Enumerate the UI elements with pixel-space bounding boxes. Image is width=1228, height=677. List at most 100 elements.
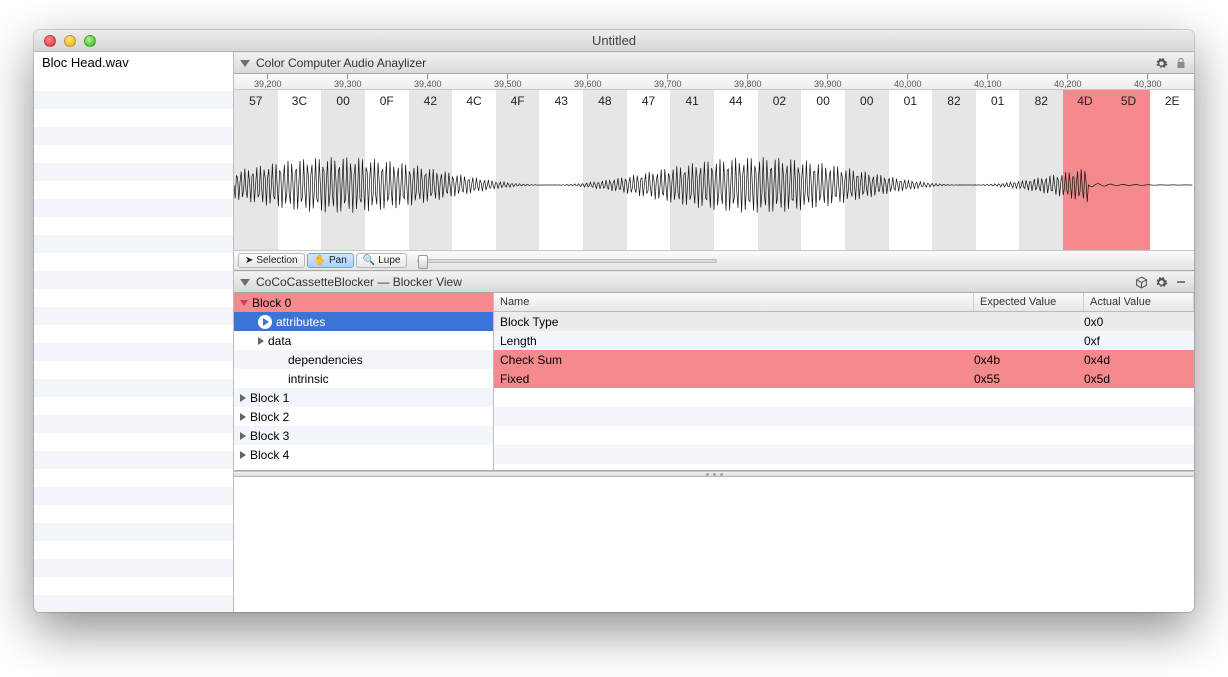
gear-icon[interactable]	[1154, 56, 1168, 70]
hex-cell[interactable]: 42	[409, 90, 453, 250]
tree-row[interactable]: attributes	[234, 312, 493, 331]
grid-row[interactable]: Length 0xf	[494, 331, 1194, 350]
tree-label: data	[268, 334, 291, 348]
gear-icon[interactable]	[1154, 275, 1168, 289]
lupe-tool-button[interactable]: 🔍 Lupe	[356, 253, 408, 268]
sidebar: Bloc Head.wav	[34, 52, 234, 612]
ruler-tick: 40,100	[974, 74, 1002, 90]
sidebar-item-file[interactable]: Bloc Head.wav	[34, 52, 233, 73]
hex-cell[interactable]: 82	[1019, 90, 1063, 250]
window-title: Untitled	[34, 33, 1194, 48]
blocker-panel: Block 0 attributes data dependencies intrins…	[234, 293, 1194, 471]
minimize-panel-icon[interactable]	[1174, 275, 1188, 289]
chevron-right-icon	[240, 432, 246, 440]
block-tree[interactable]: Block 0 attributes data dependencies intrins…	[234, 293, 494, 470]
cell-actual: 0x4d	[1078, 353, 1188, 367]
tree-label: Block 2	[250, 410, 289, 424]
hex-cell[interactable]: 47	[627, 90, 671, 250]
cell-actual: 0x5d	[1078, 372, 1188, 386]
hex-cell[interactable]: 5D	[1107, 90, 1151, 250]
hex-cell[interactable]: 44	[714, 90, 758, 250]
ruler-tick: 39,900	[814, 74, 842, 90]
chevron-right-icon	[240, 394, 246, 402]
cell-name: Length	[494, 334, 968, 348]
hex-cell[interactable]: 48	[583, 90, 627, 250]
tree-row[interactable]: Block 2	[234, 407, 493, 426]
hex-cell[interactable]: 41	[670, 90, 714, 250]
hex-cell[interactable]: 02	[758, 90, 802, 250]
hex-cell[interactable]: 3C	[278, 90, 322, 250]
column-expected[interactable]: Expected Value	[974, 293, 1084, 311]
tree-row[interactable]: dependencies	[234, 350, 493, 369]
analyzer-title: Color Computer Audio Anaylizer	[256, 56, 426, 70]
tree-row[interactable]: intrinsic	[234, 369, 493, 388]
hex-cell[interactable]: 43	[539, 90, 583, 250]
hex-cell[interactable]: 4C	[452, 90, 496, 250]
hex-cell[interactable]: 01	[889, 90, 933, 250]
cursor-icon: ➤	[245, 255, 253, 266]
tree-label: Block 4	[250, 448, 289, 462]
cell-expected: 0x55	[968, 372, 1078, 386]
sidebar-empty	[34, 73, 233, 612]
cell-actual: 0xf	[1078, 334, 1188, 348]
hex-cell[interactable]: 00	[321, 90, 365, 250]
hex-cell[interactable]: 00	[801, 90, 845, 250]
analyzer-header: Color Computer Audio Anaylizer	[234, 52, 1194, 74]
ruler-tick: 40,200	[1054, 74, 1082, 90]
blocker-header: CoCoCassetteBlocker — Blocker View	[234, 271, 1194, 293]
selection-tool-button[interactable]: ➤ Selection	[238, 253, 305, 268]
chevron-right-icon	[240, 413, 246, 421]
cell-actual: 0x0	[1078, 315, 1188, 329]
ruler-tick: 40,300	[1134, 74, 1162, 90]
tree-row[interactable]: Block 4	[234, 445, 493, 464]
hex-cell[interactable]: 00	[845, 90, 889, 250]
grid-row[interactable]: Block Type0x0	[494, 312, 1194, 331]
column-actual[interactable]: Actual Value	[1084, 293, 1194, 311]
grid-row[interactable]: Fixed0x550x5d	[494, 369, 1194, 388]
disclosure-triangle-icon[interactable]	[240, 279, 250, 286]
bottom-empty-panel	[234, 477, 1194, 612]
hex-cell[interactable]: 82	[932, 90, 976, 250]
play-icon	[258, 315, 272, 329]
hand-icon: ✋	[314, 255, 326, 266]
chevron-right-icon	[258, 337, 264, 345]
hex-cell[interactable]: 4D	[1063, 90, 1107, 250]
blocker-title: CoCoCassetteBlocker — Blocker View	[256, 275, 462, 289]
app-window: Untitled Bloc Head.wav Color Computer Au…	[34, 30, 1194, 612]
hex-cell[interactable]: 01	[976, 90, 1020, 250]
tree-row[interactable]: Block 3	[234, 426, 493, 445]
hex-cell[interactable]: 0F	[365, 90, 409, 250]
pan-tool-button[interactable]: ✋ Pan	[307, 253, 354, 268]
ruler-tick: 39,600	[574, 74, 602, 90]
tree-row[interactable]: Block 0	[234, 293, 493, 312]
zoom-slider[interactable]	[417, 259, 717, 263]
hex-cell[interactable]: 57	[234, 90, 278, 250]
ruler-tick: 39,300	[334, 74, 362, 90]
attributes-grid: Name Expected Value Actual Value Block T…	[494, 293, 1194, 470]
cube-icon[interactable]	[1134, 275, 1148, 289]
lupe-label: Lupe	[378, 255, 400, 266]
analyzer-panel: 39,200 39,300 39,400 39,500 39,600 39,700 39,8…	[234, 74, 1194, 271]
ruler-tick: 39,700	[654, 74, 682, 90]
tree-label: intrinsic	[288, 372, 329, 386]
column-name[interactable]: Name	[494, 293, 974, 311]
pan-label: Pan	[329, 255, 347, 266]
ruler-tick: 39,400	[414, 74, 442, 90]
hex-cell[interactable]: 2E	[1150, 90, 1194, 250]
tree-label: attributes	[276, 315, 325, 329]
zoom-slider-thumb[interactable]	[418, 255, 428, 269]
disclosure-triangle-icon[interactable]	[240, 60, 250, 67]
chevron-down-icon	[240, 300, 248, 306]
tree-row[interactable]: data	[234, 331, 493, 350]
tree-row[interactable]: Block 1	[234, 388, 493, 407]
timeline-ruler[interactable]: 39,200 39,300 39,400 39,500 39,600 39,700 39,8…	[234, 74, 1194, 90]
grid-header: Name Expected Value Actual Value	[494, 293, 1194, 312]
ruler-tick: 39,200	[254, 74, 282, 90]
hex-waveform-area[interactable]: 2E5D4D8201820100000244414748434F4C420F00…	[234, 90, 1194, 250]
magnifier-icon: 🔍	[363, 255, 375, 266]
grid-row[interactable]: Check Sum0x4b0x4d	[494, 350, 1194, 369]
ruler-tick: 39,800	[734, 74, 762, 90]
hex-cell[interactable]: 4F	[496, 90, 540, 250]
tree-label: Block 3	[250, 429, 289, 443]
ruler-tick: 39,500	[494, 74, 522, 90]
